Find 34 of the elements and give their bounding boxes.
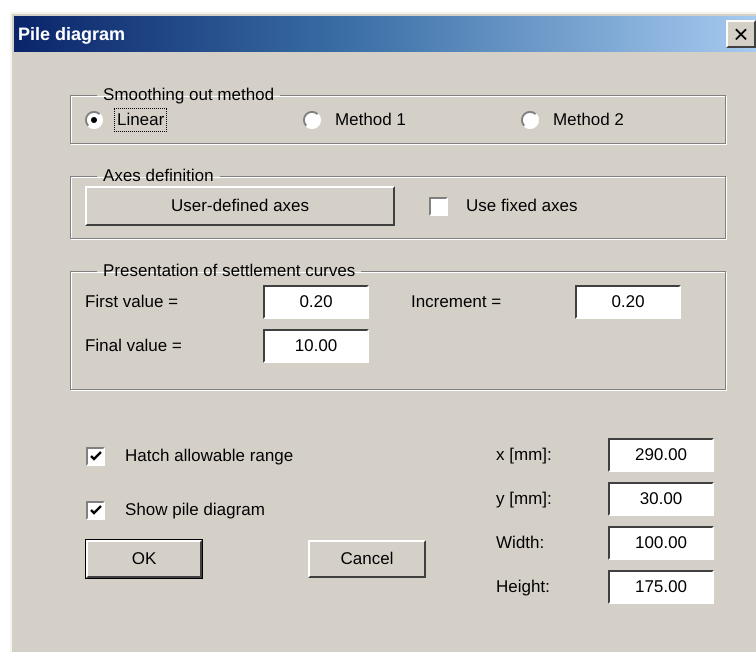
group-title: Axes definition [102, 166, 215, 186]
group-title: Presentation of settlement curves [102, 261, 356, 281]
radio-label[interactable]: Method 1 [333, 109, 408, 131]
field-label: Increment = [411, 292, 502, 312]
number-field[interactable]: 290.00 [608, 438, 714, 472]
radio-button[interactable] [85, 111, 103, 129]
cancel-button[interactable]: Cancel [308, 540, 426, 578]
checkbox[interactable] [86, 500, 105, 520]
radio-button[interactable] [521, 111, 539, 129]
radio-label[interactable]: Linear [115, 109, 166, 131]
ok-button[interactable]: OK [86, 540, 202, 578]
checkbox-label: Use fixed axes [466, 196, 578, 216]
checkbox-label: Hatch allowable range [125, 446, 294, 466]
close-button[interactable]: × [726, 20, 756, 48]
increment-field[interactable]: 0.20 [575, 285, 681, 319]
number-field[interactable]: 100.00 [608, 526, 714, 560]
field-label: Width: [496, 533, 546, 553]
checkbox[interactable] [86, 446, 105, 466]
user-defined-axes-button[interactable]: User-defined axes [85, 186, 395, 226]
first-value-field[interactable]: 0.20 [263, 285, 369, 319]
field-label: Final value = [85, 336, 183, 356]
group-title: Smoothing out method [102, 85, 276, 105]
field-label: First value = [85, 292, 180, 312]
final-value-field[interactable]: 10.00 [263, 329, 369, 363]
field-label: x [mm]: [496, 445, 553, 465]
checkbox[interactable] [429, 196, 448, 216]
number-field[interactable]: 30.00 [608, 482, 714, 516]
field-label: y [mm]: [496, 489, 553, 509]
checkbox-label: Show pile diagram [125, 500, 265, 520]
window-title: Pile diagram [18, 24, 126, 44]
field-label: Height: [496, 577, 551, 597]
radio-button[interactable] [303, 111, 321, 129]
number-field[interactable]: 175.00 [608, 570, 714, 604]
radio-label[interactable]: Method 2 [551, 109, 626, 131]
